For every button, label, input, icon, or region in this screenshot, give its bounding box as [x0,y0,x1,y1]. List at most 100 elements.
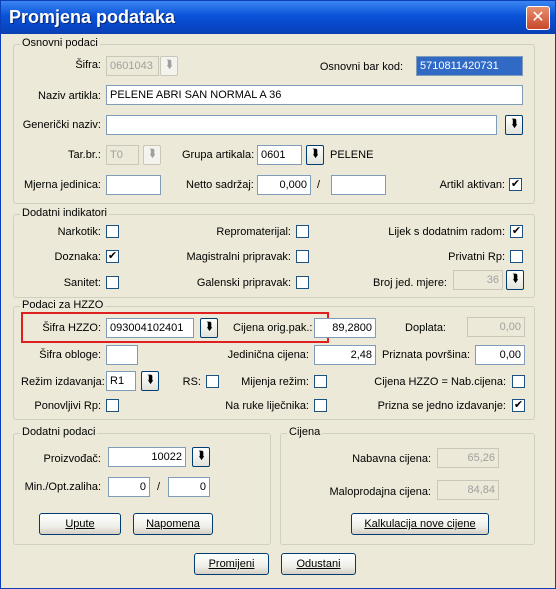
lookup-icon: ⮯ [311,148,319,160]
maloprodajna-label: Maloprodajna cijena: [329,486,431,498]
sanitet-checkbox[interactable] [106,276,119,289]
nab-checkbox[interactable] [512,375,525,388]
naruke-checkbox[interactable] [314,399,327,412]
group-label: Podaci za HZZO [20,299,106,311]
sanitet-label: Sanitet: [63,277,101,289]
zaliha-min-field[interactable]: 0 [108,477,150,497]
broj-lookup-button[interactable]: ⮯ [506,270,524,290]
nabavna-label: Nabavna cijena: [352,453,431,465]
window-title: Promjena podataka [9,7,176,27]
broj-field: 36 [453,270,503,290]
rezim-lookup-button[interactable]: ⮯ [141,371,159,391]
aktivan-label: Artikl aktivan: [439,179,505,191]
aktivan-checkbox[interactable]: ✔ [509,178,522,191]
narkotik-label: Narkotik: [57,226,101,238]
povrsina-label: Priznata površina: [381,349,470,361]
povrsina-field[interactable]: 0,00 [475,345,525,365]
genericki-field[interactable] [106,115,497,135]
odustani-button[interactable]: Odustani [281,553,356,575]
group-label: Osnovni podaci [20,37,100,49]
check-icon: ✔ [107,250,118,262]
proizvodjac-label: Proizvođač: [43,453,101,465]
lijek-checkbox[interactable]: ✔ [510,225,523,238]
jedinicna-field[interactable]: 2,48 [314,345,376,365]
barkod-field[interactable]: 5710811420731 [416,56,523,76]
obloge-label: Šifra obloge: [39,349,101,361]
mjera-label: Mjerna jedinica: [23,179,101,191]
close-icon: ✕ [531,9,545,26]
nabavna-field: 65,26 [437,448,499,468]
grupa-field[interactable]: 0601 [257,145,302,165]
doznaka-checkbox[interactable]: ✔ [106,250,119,263]
zaliha-label: Min./Opt.zaliha: [24,481,101,493]
title-bar[interactable]: Promjena podataka ✕ [1,1,555,34]
lookup-icon: ⮯ [205,321,213,333]
obloge-field[interactable] [106,345,138,365]
privatni-checkbox[interactable] [510,250,523,263]
rs-checkbox[interactable] [206,375,219,388]
lookup-icon: ⮯ [148,148,156,160]
proizvodjac-field[interactable]: 10022 [108,447,186,467]
group-label: Dodatni podaci [20,426,98,438]
magistralni-label: Magistralni pripravak: [186,251,291,263]
galenski-label: Galenski pripravak: [196,277,291,289]
doznaka-label: Doznaka: [54,251,101,263]
magistralni-checkbox[interactable] [296,250,309,263]
kalkulacija-button[interactable]: Kalkulacija nove cijene [351,513,489,535]
hzzo-sifra-field[interactable]: 093004102401 [106,318,194,338]
close-button[interactable]: ✕ [526,6,550,30]
dialog-window: Promjena podataka ✕ Osnovni podaci Šifra… [0,0,556,589]
mijenja-label: Mijenja režim: [241,376,309,388]
zaliha-opt-field[interactable]: 0 [168,477,210,497]
grupa-name: PELENE [330,149,374,161]
doplata-label: Doplata: [405,322,446,334]
hzzo-sifra-lookup-button[interactable]: ⮯ [200,318,218,338]
check-icon: ✔ [513,399,524,411]
galenski-checkbox[interactable] [296,276,309,289]
genericki-label: Generički naziv: [22,119,101,131]
netto-unit-field[interactable] [331,175,386,195]
broj-label: Broj jed. mjere: [373,277,447,289]
lookup-icon: ⮯ [510,118,518,130]
grupa-label: Grupa artikala: [182,149,255,161]
napomena-button[interactable]: Napomena [133,513,213,535]
ponovljivi-checkbox[interactable] [106,399,119,412]
grupa-lookup-button[interactable]: ⮯ [306,145,324,165]
hzzo-sifra-label: Šifra HZZO: [42,322,101,334]
naziv-field[interactable]: PELENE ABRI SAN NORMAL A 36 [106,85,523,105]
naziv-label: Naziv artikla: [38,90,101,102]
lookup-icon: ⮯ [511,273,519,285]
netto-field[interactable]: 0,000 [257,175,311,195]
narkotik-checkbox[interactable] [106,225,119,238]
check-icon: ✔ [511,225,522,237]
tarbr-field: T0 [106,145,139,165]
sifra-label: Šifra: [75,59,101,71]
genericki-lookup-button[interactable]: ⮯ [505,115,523,135]
netto-separator: / [317,179,321,191]
group-label: Cijena [287,426,323,438]
prizna-checkbox[interactable]: ✔ [512,399,525,412]
group-label: Dodatni indikatori [20,207,109,219]
proizvodjac-lookup-button[interactable]: ⮯ [192,447,210,467]
ponovljivi-label: Ponovljivi Rp: [34,400,101,412]
promijeni-button[interactable]: Promijeni [194,553,269,575]
rezim-field[interactable]: R1 [106,371,136,391]
nab-label: Cijena HZZO = Nab.cijena: [374,376,506,388]
repromaterijal-checkbox[interactable] [296,225,309,238]
tarbr-label: Tar.br.: [67,149,101,161]
mijenja-checkbox[interactable] [314,375,327,388]
doplata-field: 0,00 [467,317,525,337]
barkod-label: Osnovni bar kod: [319,61,403,73]
cijena-orig-label: Cijena orig.pak.: [233,322,313,334]
zaliha-separator: / [157,481,161,493]
tarbr-lookup-button: ⮯ [143,145,161,165]
mjera-field[interactable] [106,175,161,195]
maloprodajna-field: 84,84 [437,480,499,500]
lijek-label: Lijek s dodatnim radom: [388,226,505,238]
upute-button[interactable]: Upute [39,513,121,535]
cijena-orig-field[interactable]: 89,2800 [314,318,376,338]
rs-label: RS: [182,376,201,388]
lookup-icon: ⮯ [165,59,173,71]
repromaterijal-label: Repromaterijal: [216,226,291,238]
jedinicna-label: Jedinična cijena: [227,349,309,361]
